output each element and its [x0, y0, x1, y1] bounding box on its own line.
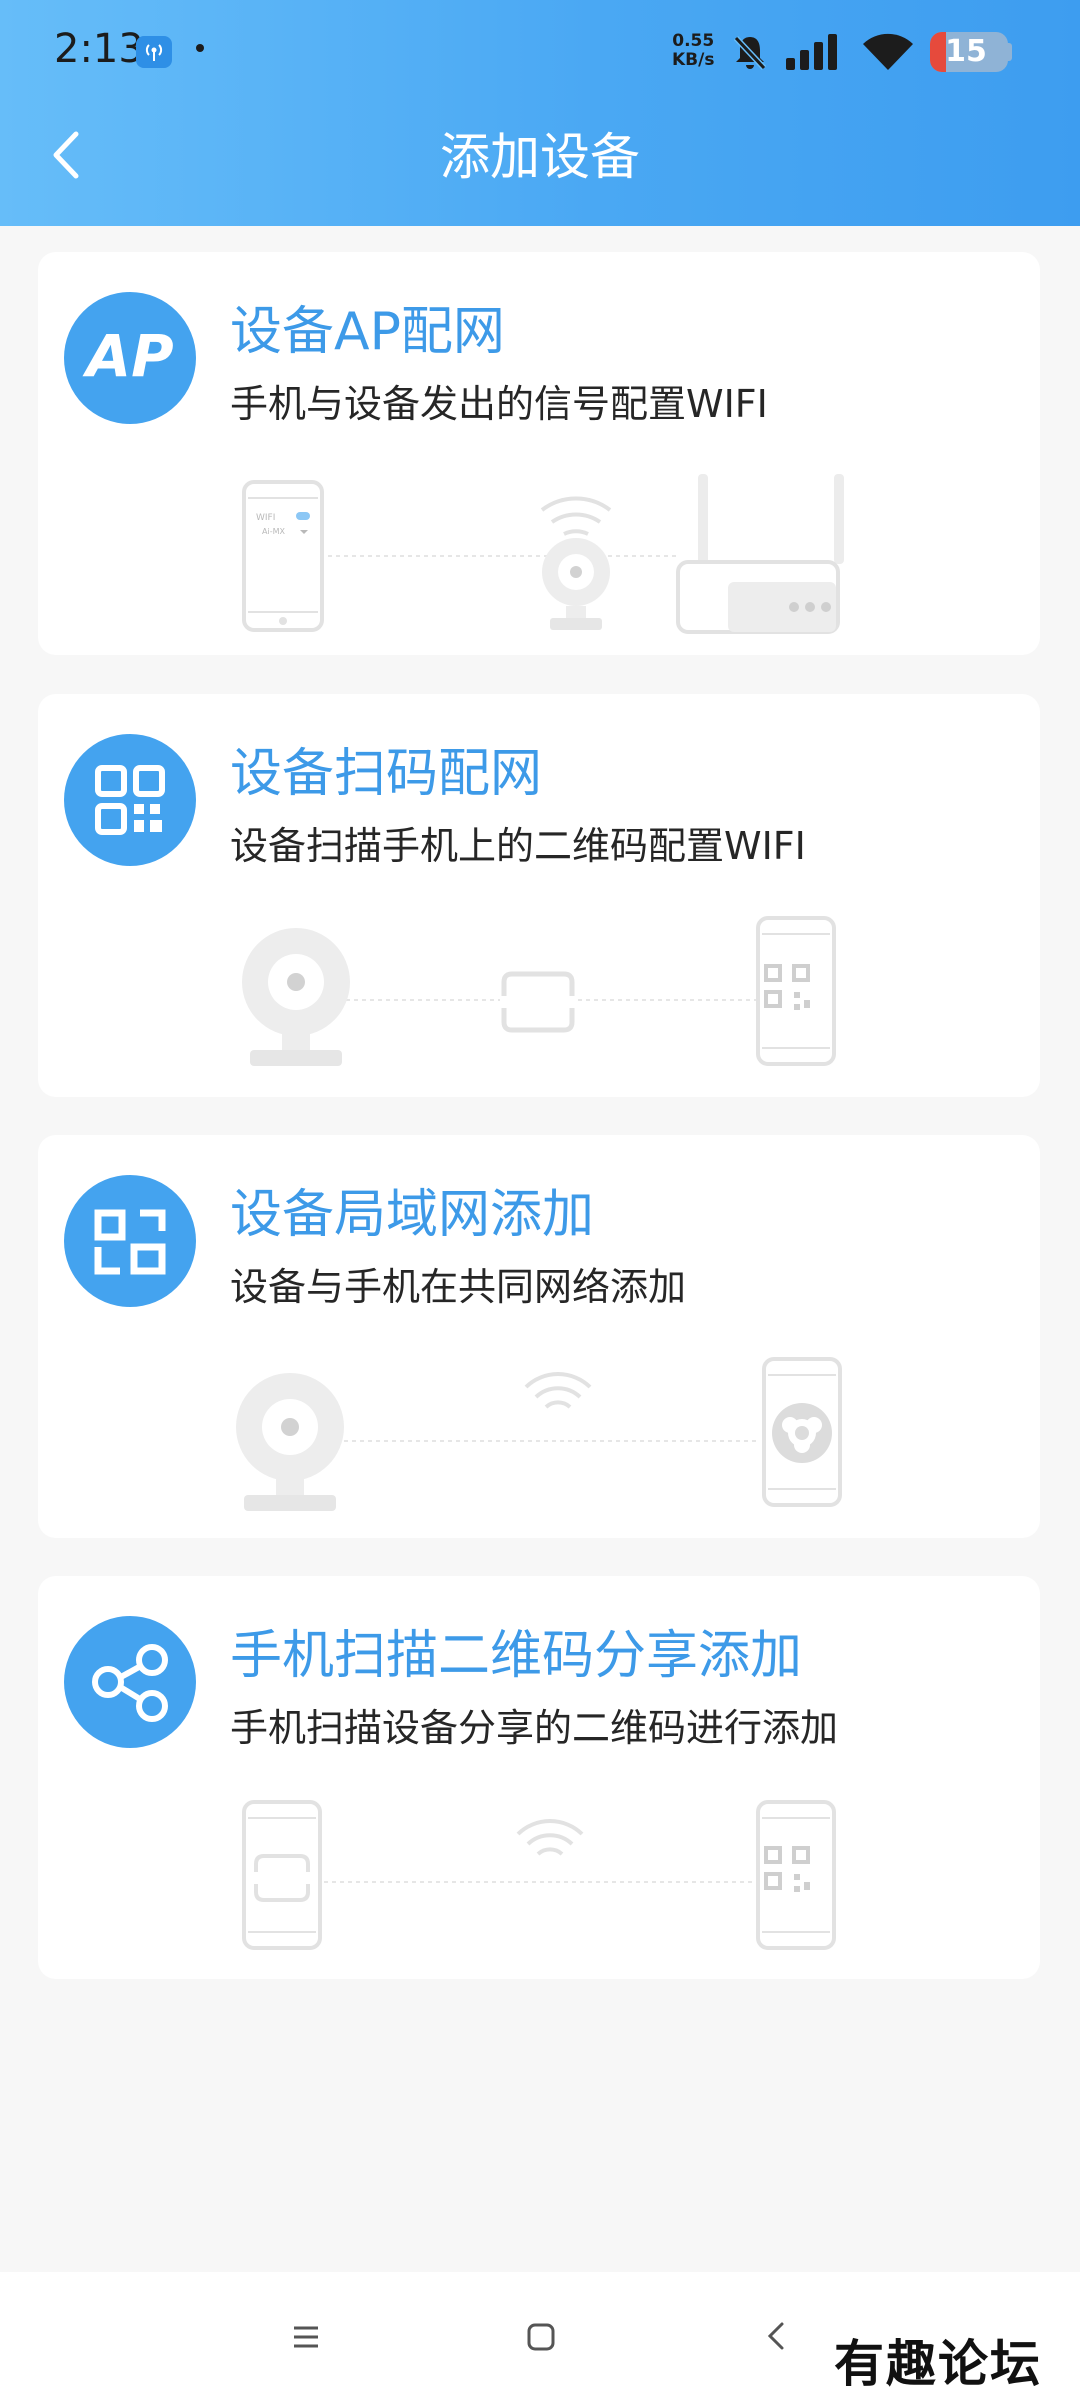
scan-frame-illustration [500, 971, 576, 1033]
home-icon [527, 2323, 555, 2351]
option-ap-config[interactable]: AP 设备AP配网 手机与设备发出的信号配置WIFI WIFI Ai-MX [38, 252, 1040, 655]
ap-illustration: WIFI Ai-MX [242, 474, 844, 634]
notification-dot [196, 44, 204, 52]
mute-bell-icon [733, 35, 767, 71]
camera-illustration [242, 928, 350, 1066]
page-title: 添加设备 [440, 128, 640, 186]
status-bar: 2:13 0.55 KB/s 15 [0, 0, 1080, 104]
option-description: 设备扫描手机上的二维码配置WIFI [230, 824, 806, 868]
option-description: 设备与手机在共同网络添加 [230, 1265, 687, 1309]
lan-icon [64, 1175, 196, 1307]
network-speed-value: 0.55 [672, 31, 715, 51]
status-time: 2:13 [54, 26, 144, 72]
wifi-signal-illustration [516, 1819, 584, 1856]
camera-illustration [540, 496, 612, 630]
ap-icon: AP [64, 292, 196, 424]
option-title: 设备扫码配网 [230, 744, 543, 804]
nav-back-button[interactable] [744, 2304, 808, 2368]
watermark: 有趣论坛 [834, 2334, 1042, 2393]
hotspot-icon [136, 36, 172, 68]
phone-app-illustration [762, 1357, 842, 1507]
qr-code-icon [64, 734, 196, 866]
option-lan-add[interactable]: 设备局域网添加 设备与手机在共同网络添加 [38, 1135, 1040, 1538]
phone-network-label: Ai-MX [262, 527, 285, 536]
battery-icon: 15 [930, 32, 1008, 72]
menu-icon [294, 2326, 318, 2348]
option-description: 手机扫描设备分享的二维码进行添加 [230, 1706, 839, 1750]
wifi-icon [863, 33, 913, 70]
option-title: 设备AP配网 [230, 302, 505, 362]
battery-cap [1006, 43, 1012, 61]
phone-wifi-label: WIFI [256, 513, 275, 523]
phone-illustration: WIFI Ai-MX [242, 480, 324, 632]
home-button[interactable] [508, 2304, 572, 2368]
option-qr-config[interactable]: 设备扫码配网 设备扫描手机上的二维码配置WIFI [38, 694, 1040, 1097]
option-title: 设备局域网添加 [230, 1185, 595, 1245]
ap-icon-text: AP [82, 322, 173, 390]
share-icon [64, 1616, 196, 1748]
phone-qr-illustration [756, 1800, 836, 1950]
back-icon [767, 2322, 784, 2350]
lan-illustration [236, 1357, 842, 1511]
signal-icon [786, 34, 837, 70]
network-speed-unit: KB/s [672, 50, 715, 70]
option-title: 手机扫描二维码分享添加 [230, 1626, 803, 1686]
wifi-signal-illustration [524, 1372, 592, 1409]
camera-illustration [236, 1373, 344, 1511]
battery-level: 15 [945, 34, 987, 69]
app-header: 2:13 0.55 KB/s 15 添加设备 [0, 0, 1080, 226]
option-share-add[interactable]: 手机扫描二维码分享添加 手机扫描设备分享的二维码进行添加 [38, 1576, 1040, 1979]
router-illustration [676, 474, 844, 634]
share-illustration [242, 1800, 836, 1950]
qr-illustration [242, 916, 836, 1066]
menu-button[interactable] [274, 2304, 338, 2368]
phone-scan-illustration [242, 1800, 322, 1950]
option-description: 手机与设备发出的信号配置WIFI [230, 382, 768, 426]
phone-qr-illustration [756, 916, 836, 1066]
network-speed: 0.55 KB/s [672, 32, 714, 70]
